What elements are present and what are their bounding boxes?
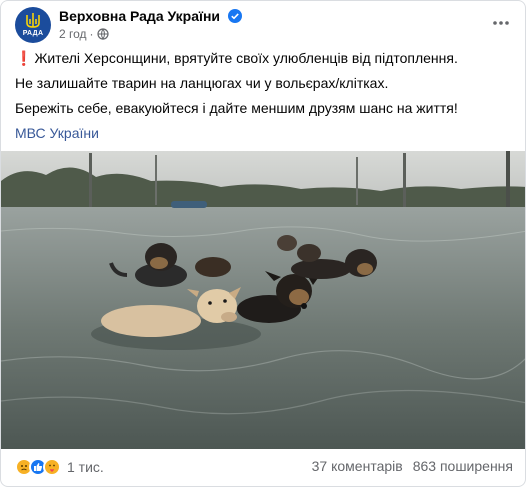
post-header: РАДА Верховна Рада України 2 год · (15, 7, 515, 43)
flood-dogs-image (1, 151, 525, 449)
reaction-count[interactable]: 1 тис. (67, 459, 104, 475)
avatar[interactable]: РАДА (15, 7, 51, 43)
more-options-button[interactable] (489, 11, 513, 35)
meta-separator: · (89, 27, 94, 41)
post-time[interactable]: 2 год (59, 27, 87, 41)
verified-badge-icon (227, 9, 242, 23)
post-line-1-text: Жителі Херсонщини, врятуйте своїх улюбле… (34, 50, 458, 66)
care-reaction-icon (43, 458, 61, 476)
facebook-post: РАДА Верховна Рада України 2 год · ❗ Жител… (0, 0, 526, 487)
post-photo[interactable] (1, 151, 525, 449)
reactions-summary[interactable]: 1 тис. (15, 458, 104, 476)
comments-count[interactable]: 37 коментарів (312, 458, 403, 474)
trident-icon (26, 12, 40, 28)
more-dots-icon (493, 21, 509, 25)
engagement-stats: 37 коментарів 863 поширення (312, 458, 513, 474)
avatar-label: РАДА (22, 29, 44, 37)
alert-icon: ❗ (15, 50, 33, 66)
post-line-3: Бережіть себе, евакуюйтеся і дайте менши… (15, 100, 458, 116)
post-footer: 1 тис. 37 коментарів 863 поширення (1, 449, 525, 486)
page-name-label[interactable]: Верховна Рада України (59, 8, 220, 24)
page-name[interactable]: Верховна Рада України (59, 8, 242, 24)
shares-count[interactable]: 863 поширення (413, 458, 513, 474)
post-line-2: Не залишайте тварин на ланцюгах чи у вол… (15, 75, 389, 91)
globe-icon (96, 28, 109, 40)
post-meta: 2 год · (59, 27, 109, 41)
post-line-1: ❗ Жителі Херсонщини, врятуйте своїх улюбл… (15, 49, 520, 67)
mention-link[interactable]: МВС України (15, 124, 520, 142)
post-text: ❗ Жителі Херсонщини, врятуйте своїх улюбл… (15, 49, 520, 142)
